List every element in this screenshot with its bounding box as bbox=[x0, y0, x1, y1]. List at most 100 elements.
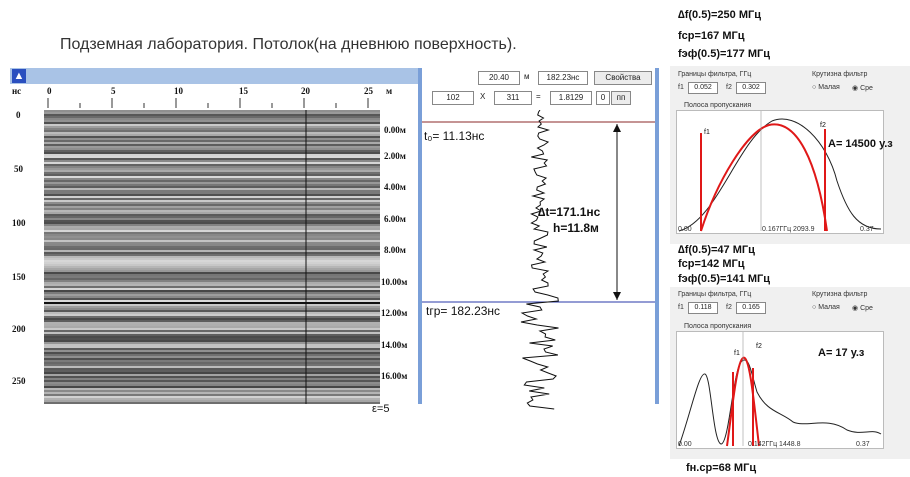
radargram-stripe bbox=[44, 124, 380, 126]
radargram-stripe bbox=[44, 334, 380, 336]
filter1-f2-field[interactable]: 0.302 bbox=[736, 82, 766, 94]
radargram-stripe bbox=[44, 112, 380, 114]
radargram-stripe bbox=[44, 132, 380, 134]
filter2-bounds-title: Границы фильтра, ГГц bbox=[678, 291, 752, 298]
radargram-stripe bbox=[44, 212, 380, 214]
pp-button[interactable]: пп bbox=[611, 91, 631, 105]
radargram-stripe bbox=[44, 184, 380, 186]
radargram-stripe bbox=[44, 328, 380, 330]
trace-plot[interactable] bbox=[422, 110, 655, 410]
radargram-stripe bbox=[44, 348, 380, 350]
radargram-stripe bbox=[44, 320, 380, 322]
radargram-stripe bbox=[44, 264, 380, 266]
radargram-stripe bbox=[44, 280, 380, 282]
depth-tick: 4.00м bbox=[384, 182, 406, 192]
offset-field[interactable]: 0 bbox=[596, 91, 610, 105]
radargram-stripe bbox=[44, 160, 380, 162]
radargram-stripe bbox=[44, 288, 380, 290]
filter2-opt-low[interactable]: ○ Малая bbox=[812, 304, 840, 311]
radargram-stripe bbox=[44, 292, 380, 294]
radargram-stripe bbox=[44, 286, 380, 288]
radargram-stripe bbox=[44, 154, 380, 156]
radargram-stripe bbox=[44, 306, 380, 308]
distance-field[interactable]: 20.40 bbox=[478, 71, 520, 85]
radargram-stripe bbox=[44, 382, 380, 384]
radargram-stripe bbox=[44, 206, 380, 208]
radargram-stripe bbox=[44, 214, 380, 216]
radargram-stripe bbox=[44, 128, 380, 130]
y-tick: 150 bbox=[12, 272, 26, 282]
radargram-stripe bbox=[44, 346, 380, 348]
filter1-f2-mark: f2 bbox=[820, 122, 826, 129]
filter2-f1-field[interactable]: 0.118 bbox=[688, 302, 718, 314]
dist-unit-label: м bbox=[386, 86, 393, 96]
radargram-stripe bbox=[44, 198, 380, 200]
trace-x-field[interactable]: 102 bbox=[432, 91, 474, 105]
value-field[interactable]: 1.8129 bbox=[550, 91, 592, 105]
depth-annotation: h=11.8м bbox=[553, 221, 599, 235]
filter1-filter-curve bbox=[700, 123, 828, 232]
radargram-stripe bbox=[44, 356, 380, 358]
radargram-stripe bbox=[44, 352, 380, 354]
radargram-stripe bbox=[44, 234, 380, 236]
radargram-stripe bbox=[44, 228, 380, 230]
trace-y-field[interactable]: 311 bbox=[494, 91, 532, 105]
filter2-f2-mark: f2 bbox=[756, 343, 762, 350]
radargram-stripe bbox=[44, 394, 380, 396]
properties-button[interactable]: Свойства bbox=[594, 71, 652, 85]
radargram-stripe bbox=[44, 204, 380, 206]
radargram-stripe bbox=[44, 252, 380, 254]
filter1-opt-mid[interactable]: ◉ Сре bbox=[852, 84, 873, 92]
radargram-stripe bbox=[44, 196, 380, 198]
radargram-stripe bbox=[44, 342, 380, 344]
filter2-f1-label: f1 bbox=[678, 304, 684, 311]
filter1-center-freq: fср=167 МГц bbox=[678, 30, 745, 42]
radargram-stripe bbox=[44, 318, 380, 320]
depth-tick: 0.00м bbox=[384, 125, 406, 135]
time-field[interactable]: 182.23нс bbox=[538, 71, 588, 85]
radargram-stripe bbox=[44, 180, 380, 182]
radargram-stripe bbox=[44, 140, 380, 142]
filter2-f1-mark: f1 bbox=[734, 350, 740, 357]
filter2-f2-field[interactable]: 0.165 bbox=[736, 302, 766, 314]
radargram-stripe bbox=[44, 344, 380, 346]
radargram-stripe bbox=[44, 148, 380, 150]
radargram-stripe bbox=[44, 386, 380, 388]
trace-panel-border-right bbox=[655, 68, 659, 404]
radargram-stripe bbox=[44, 232, 380, 234]
radargram-titlebar bbox=[10, 68, 418, 84]
radargram-stripe bbox=[44, 152, 380, 154]
radargram-stripe bbox=[44, 230, 380, 232]
radargram-stripe bbox=[44, 366, 380, 368]
filter1-opt-low[interactable]: ○ Малая bbox=[812, 84, 840, 91]
filter1-band-title: Полоса пропускания bbox=[684, 102, 752, 109]
filter2-amplitude: A= 17 у.з bbox=[818, 347, 865, 359]
radargram-stripe bbox=[44, 116, 380, 118]
radargram-stripe bbox=[44, 136, 380, 138]
filter2-opt-mid[interactable]: ◉ Сре bbox=[852, 304, 873, 312]
filter2-bandwidth: ∆f(0.5)=47 МГц bbox=[678, 244, 755, 256]
radargram-stripe bbox=[44, 308, 380, 310]
filter2-axis-start: 0.00 bbox=[678, 441, 692, 448]
radargram-stripe bbox=[44, 224, 380, 226]
filter1-f1-field[interactable]: 0.052 bbox=[688, 82, 718, 94]
radargram-stripe bbox=[44, 326, 380, 328]
radargram-stripe bbox=[44, 236, 380, 238]
radargram-stripe bbox=[44, 372, 380, 374]
y-tick: 250 bbox=[12, 376, 26, 386]
radargram-stripe bbox=[44, 380, 380, 382]
filter1-axis-center: 0.167ГГц 2093.9 bbox=[762, 226, 815, 233]
radargram-stripe bbox=[44, 360, 380, 362]
radargram-stripe bbox=[44, 142, 380, 144]
radargram-stripe bbox=[44, 226, 380, 228]
time-axis: 0 50 100 150 200 250 bbox=[10, 110, 44, 404]
radargram-stripe bbox=[44, 316, 380, 318]
radargram-image[interactable] bbox=[44, 110, 380, 404]
radargram-stripe bbox=[44, 110, 380, 112]
filter2-spectrum-curve bbox=[678, 359, 882, 447]
x-tick: 5 bbox=[111, 86, 116, 96]
radargram-stripe bbox=[44, 304, 380, 306]
radargram-stripe bbox=[44, 242, 380, 244]
radargram-stripe bbox=[44, 130, 380, 132]
filter1-opt-mid-label: Сре bbox=[860, 85, 873, 92]
